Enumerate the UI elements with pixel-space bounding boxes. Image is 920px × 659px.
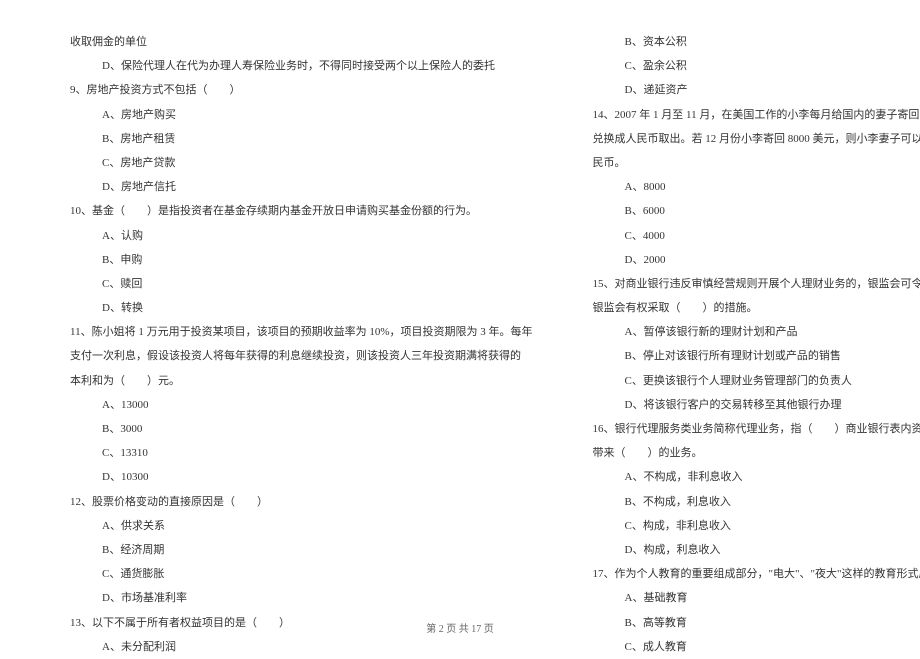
text-line: 带来（ ）的业务。: [593, 441, 920, 465]
text-line: C、构成，非利息收入: [593, 514, 920, 538]
text-line: D、市场基准利率: [70, 586, 533, 610]
text-line: D、将该银行客户的交易转移至其他银行办理: [593, 393, 920, 417]
text-line: B、资本公积: [593, 30, 920, 54]
text-line: A、房地产购买: [70, 103, 533, 127]
text-line: A、未分配利润: [70, 635, 533, 659]
text-line: C、通货膨胀: [70, 562, 533, 586]
text-line: A、不构成，非利息收入: [593, 465, 920, 489]
text-line: D、保险代理人在代为办理人寿保险业务时，不得同时接受两个以上保险人的委托: [70, 54, 533, 78]
text-line: C、盈余公积: [593, 54, 920, 78]
text-line: D、2000: [593, 248, 920, 272]
text-line: D、递延资产: [593, 78, 920, 102]
text-line: C、更换该银行个人理财业务管理部门的负责人: [593, 369, 920, 393]
left-column: 收取佣金的单位D、保险代理人在代为办理人寿保险业务时，不得同时接受两个以上保险人…: [70, 30, 533, 659]
text-line: B、申购: [70, 248, 533, 272]
text-line: B、经济周期: [70, 538, 533, 562]
document-content: 收取佣金的单位D、保险代理人在代为办理人寿保险业务时，不得同时接受两个以上保险人…: [70, 30, 850, 659]
text-line: 16、银行代理服务类业务简称代理业务，指（ ）商业银行表内资产负债业务，给商业银…: [593, 417, 920, 441]
text-line: 兑换成人民币取出。若 12 月份小李寄回 8000 美元，则小李妻子可以将（ ）…: [593, 127, 920, 151]
text-line: 14、2007 年 1 月至 11 月，在美国工作的小李每月给国内的妻子寄回 4…: [593, 103, 920, 127]
text-line: 收取佣金的单位: [70, 30, 533, 54]
text-line: B、不构成，利息收入: [593, 490, 920, 514]
text-line: 12、股票价格变动的直接原因是（ ）: [70, 490, 533, 514]
right-column: B、资本公积C、盈余公积D、递延资产14、2007 年 1 月至 11 月，在美…: [593, 30, 920, 659]
text-line: B、房地产租赁: [70, 127, 533, 151]
page-footer: 第 2 页 共 17 页: [0, 620, 920, 635]
text-line: C、赎回: [70, 272, 533, 296]
text-line: 15、对商业银行违反审慎经营规则开展个人理财业务的，银监会可令其限期改正，逾期未…: [593, 272, 920, 296]
text-line: C、4000: [593, 224, 920, 248]
text-line: A、供求关系: [70, 514, 533, 538]
text-line: A、8000: [593, 175, 920, 199]
text-line: 支付一次利息，假设该投资人将每年获得的利息继续投资，则该投资人三年投资期满将获得…: [70, 344, 533, 368]
text-line: B、6000: [593, 199, 920, 223]
text-line: A、基础教育: [593, 586, 920, 610]
text-line: A、暂停该银行新的理财计划和产品: [593, 320, 920, 344]
text-line: 9、房地产投资方式不包括（ ）: [70, 78, 533, 102]
text-line: A、认购: [70, 224, 533, 248]
text-line: D、10300: [70, 465, 533, 489]
text-line: 本利和为（ ）元。: [70, 369, 533, 393]
text-line: 民币。: [593, 151, 920, 175]
text-line: A、13000: [70, 393, 533, 417]
text-line: 17、作为个人教育的重要组成部分，"电大"、"夜大"这样的教育形式属于（ ）: [593, 562, 920, 586]
text-line: C、房地产贷款: [70, 151, 533, 175]
text-line: C、13310: [70, 441, 533, 465]
text-line: B、停止对该银行所有理财计划或产品的销售: [593, 344, 920, 368]
text-line: 10、基金（ ）是指投资者在基金存续期内基金开放日申请购买基金份额的行为。: [70, 199, 533, 223]
text-line: B、3000: [70, 417, 533, 441]
text-line: D、房地产信托: [70, 175, 533, 199]
text-line: 银监会有权采取（ ）的措施。: [593, 296, 920, 320]
text-line: D、构成，利息收入: [593, 538, 920, 562]
text-line: C、成人教育: [593, 635, 920, 659]
text-line: D、转换: [70, 296, 533, 320]
text-line: 11、陈小姐将 1 万元用于投资某项目，该项目的预期收益率为 10%，项目投资期…: [70, 320, 533, 344]
